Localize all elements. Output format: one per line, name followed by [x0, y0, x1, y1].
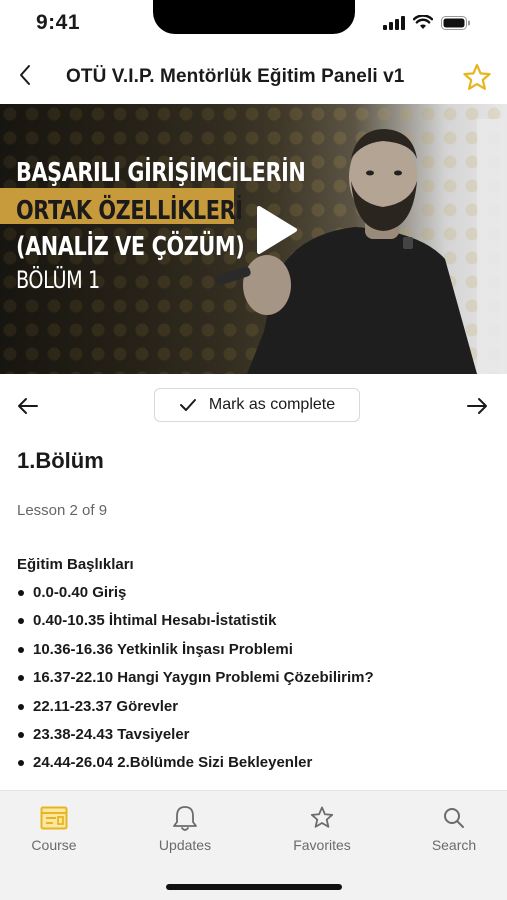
topic-item: 23.38-24.43 Tavsiyeler [17, 724, 374, 752]
tab-course[interactable]: Course [4, 803, 104, 857]
topic-item: 10.36-16.36 Yetkinlik İnşası Problemi [17, 639, 374, 667]
status-time: 9:41 [36, 11, 81, 34]
play-icon[interactable] [255, 204, 299, 256]
video-player[interactable]: BAŞARILI GİRİŞİMCİLERİN ORTAK ÖZELLİKLER… [0, 104, 507, 374]
star-icon [463, 63, 491, 90]
topics-list: 0.0-0.40 Giriş 0.40-10.35 İhtimal Hesabı… [17, 582, 374, 781]
status-bar: 9:41 [0, 0, 507, 50]
tab-search-label: Search [431, 837, 477, 853]
arrow-right-icon [467, 398, 487, 414]
star-outline-icon [310, 806, 334, 828]
chevron-left-icon [20, 65, 30, 85]
lesson-progress: Lesson 2 of 9 [17, 502, 108, 519]
topic-item: 0.40-10.35 İhtimal Hesabı-İstatistik [17, 610, 374, 638]
video-title-line-2: ORTAK ÖZELLİKLERİ [16, 196, 243, 226]
tab-favorites[interactable]: Favorites [272, 803, 372, 857]
favorite-button[interactable] [461, 62, 493, 94]
previous-lesson-button[interactable] [14, 392, 42, 420]
battery-icon [441, 15, 470, 30]
tab-updates-label: Updates [158, 837, 212, 853]
bell-icon [173, 806, 197, 831]
back-button[interactable] [12, 60, 38, 90]
video-title-line-3: (ANALİZ VE ÇÖZÜM) [16, 232, 245, 262]
header: OTÜ V.I.P. Mentörlük Eğitim Paneli v1 [0, 52, 507, 104]
home-indicator [166, 884, 342, 890]
notch [153, 0, 355, 34]
mark-complete-button[interactable]: Mark as complete [154, 388, 360, 422]
wifi-icon [413, 15, 433, 29]
course-icon [40, 806, 68, 830]
arrow-left-icon [18, 398, 38, 414]
video-title-line-4: BÖLÜM 1 [16, 266, 100, 294]
checkmark-icon [179, 399, 196, 411]
next-lesson-button[interactable] [463, 392, 491, 420]
cellular-signal-icon [383, 15, 405, 30]
tab-search[interactable]: Search [404, 803, 504, 857]
tab-favorites-label: Favorites [293, 837, 351, 853]
tab-updates[interactable]: Updates [135, 803, 235, 857]
topic-item: 24.44-26.04 2.Bölümde Sizi Bekleyenler [17, 752, 374, 780]
video-title-line-1: BAŞARILI GİRİŞİMCİLERİN [16, 158, 306, 188]
mark-complete-label: Mark as complete [208, 396, 336, 413]
topics-heading: Eğitim Başlıkları [17, 556, 134, 573]
topic-item: 16.37-22.10 Hangi Yaygın Problemi Çözebi… [17, 667, 374, 695]
topic-item: 0.0-0.40 Giriş [17, 582, 374, 610]
tab-course-label: Course [31, 837, 77, 853]
lesson-title: 1.Bölüm [17, 448, 104, 473]
lesson-navigation: Mark as complete [0, 386, 507, 426]
page-title: OTÜ V.I.P. Mentörlük Eğitim Paneli v1 [66, 66, 405, 87]
search-icon [444, 808, 464, 828]
topic-item: 22.11-23.37 Görevler [17, 696, 374, 724]
status-icons [383, 15, 471, 30]
